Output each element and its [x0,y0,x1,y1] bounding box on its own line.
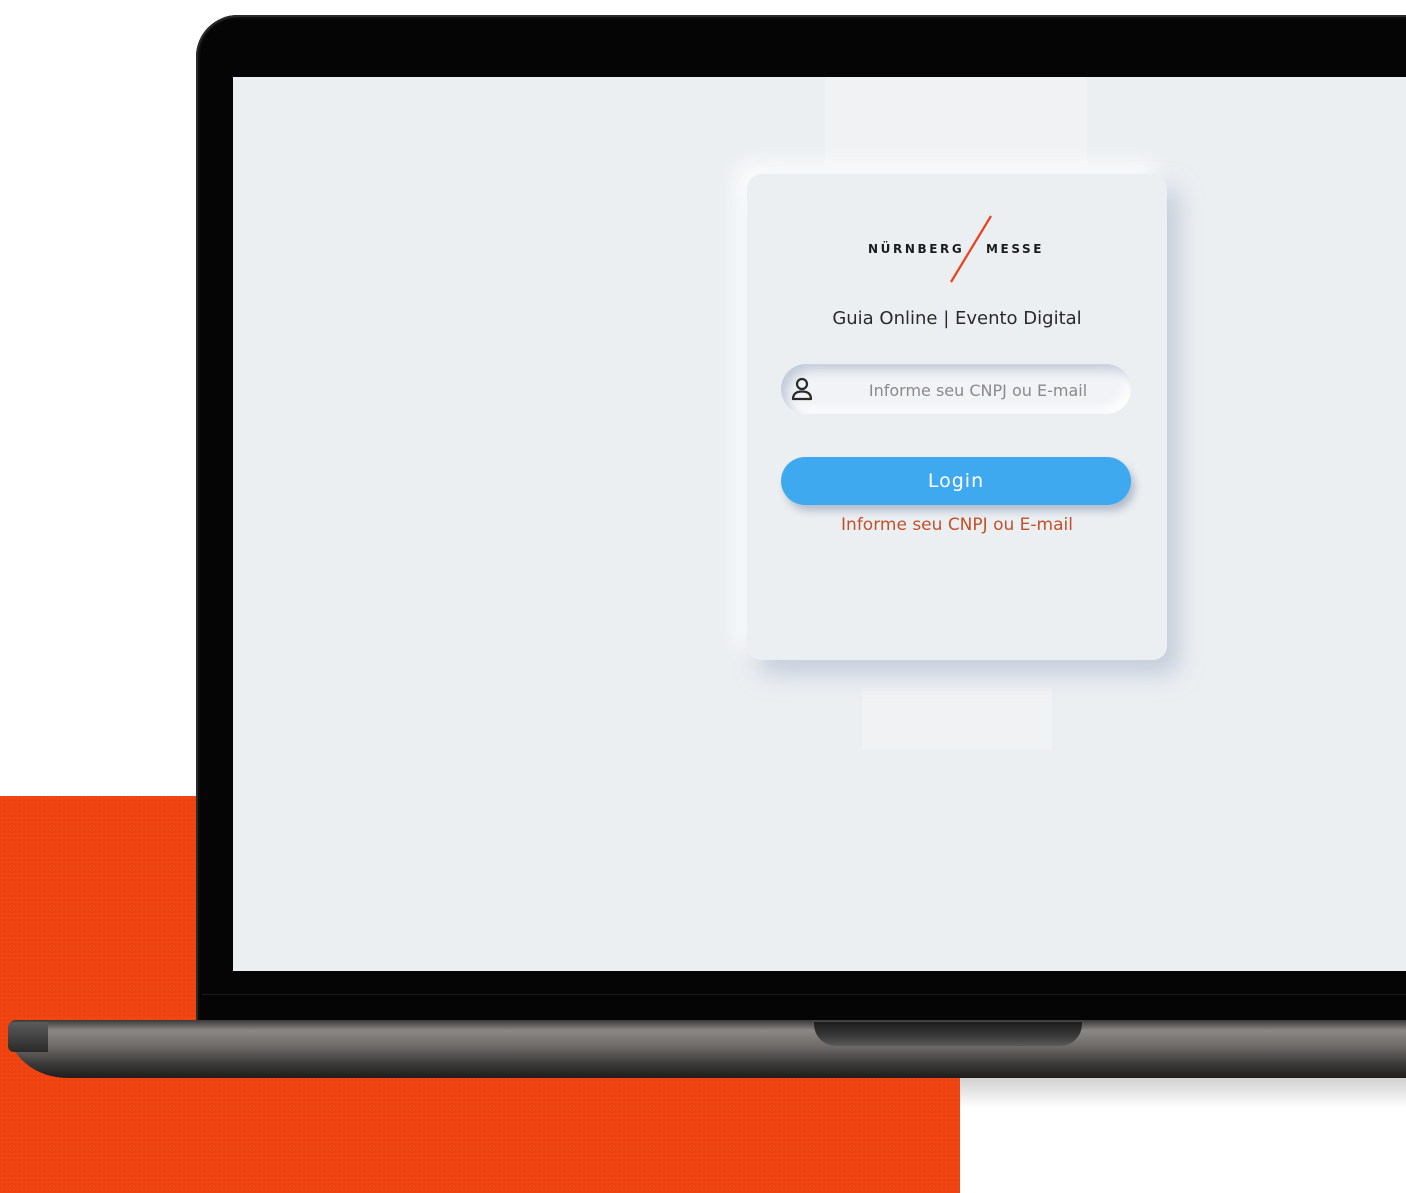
laptop-chin [202,994,1406,995]
login-card: NÜRNBERG MESSE Guia Online | Evento Digi… [747,174,1167,660]
logo-text-right: MESSE [986,242,1045,256]
laptop-screen: NÜRNBERG MESSE Guia Online | Evento Digi… [233,77,1406,971]
screen-highlight-bottom [862,688,1052,750]
laptop-shadow [960,1078,1406,1108]
cnpj-email-input[interactable] [831,364,1125,416]
brand-logo: NÜRNBERG MESSE [747,214,1167,284]
laptop-base [8,1020,1406,1078]
screen-highlight-top [825,77,1087,167]
login-button[interactable]: Login [781,457,1131,505]
page: NÜRNBERG MESSE Guia Online | Evento Digi… [0,0,1406,1193]
error-message: Informe seu CNPJ ou E-mail [841,515,1073,535]
laptop-notch [814,1022,1082,1046]
user-icon [791,377,813,401]
laptop-base-edge [8,1022,48,1052]
login-input-wrapper[interactable] [781,364,1131,416]
page-title: Guia Online | Evento Digital [832,308,1082,329]
